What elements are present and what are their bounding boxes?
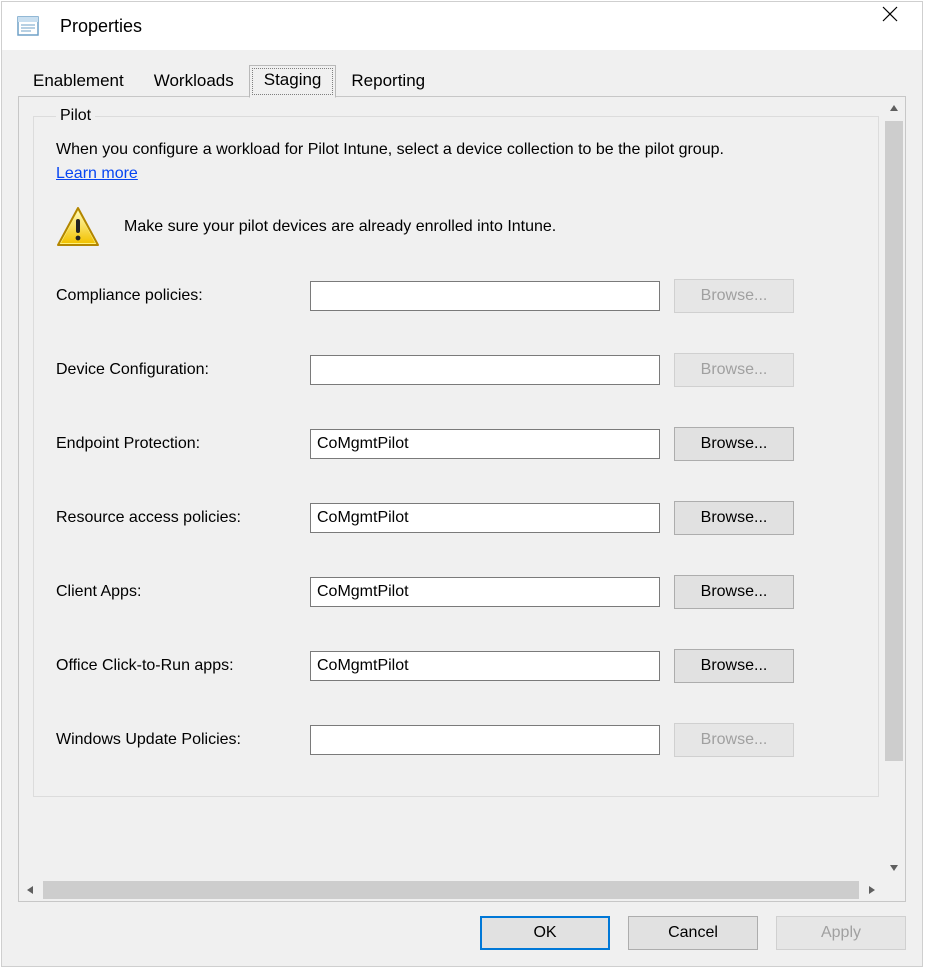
vertical-scrollbar[interactable]: [883, 97, 905, 879]
input-client-apps[interactable]: [310, 577, 660, 607]
tabstrip: Enablement Workloads Staging Reporting: [18, 64, 906, 96]
properties-dialog: Properties Enablement Workloads Staging …: [1, 1, 923, 967]
label-resource-access-policies: Resource access policies:: [56, 509, 306, 527]
learn-more-link[interactable]: Learn more: [56, 165, 138, 183]
label-client-apps: Client Apps:: [56, 583, 306, 601]
tab-enablement[interactable]: Enablement: [18, 65, 139, 97]
horizontal-scrollbar[interactable]: [19, 879, 883, 901]
tab-staging[interactable]: Staging: [249, 65, 337, 98]
browse-endpoint-protection[interactable]: Browse...: [674, 427, 794, 461]
client-area: Enablement Workloads Staging Reporting P…: [2, 50, 922, 966]
browse-device-configuration[interactable]: Browse...: [674, 353, 794, 387]
dialog-buttons: OK Cancel Apply: [18, 902, 906, 950]
scroll-up-arrow-icon[interactable]: [883, 97, 905, 119]
browse-office-c2r-apps[interactable]: Browse...: [674, 649, 794, 683]
tab-workloads[interactable]: Workloads: [139, 65, 249, 97]
browse-resource-access-policies[interactable]: Browse...: [674, 501, 794, 535]
browse-client-apps[interactable]: Browse...: [674, 575, 794, 609]
label-windows-update-policies: Windows Update Policies:: [56, 731, 306, 749]
browse-windows-update-policies[interactable]: Browse...: [674, 723, 794, 757]
label-office-c2r-apps: Office Click-to-Run apps:: [56, 657, 306, 675]
window-title: Properties: [60, 16, 870, 37]
label-compliance-policies: Compliance policies:: [56, 287, 306, 305]
apply-button[interactable]: Apply: [776, 916, 906, 950]
label-endpoint-protection: Endpoint Protection:: [56, 435, 306, 453]
label-device-configuration: Device Configuration:: [56, 361, 306, 379]
input-office-c2r-apps[interactable]: [310, 651, 660, 681]
close-button[interactable]: [870, 6, 910, 46]
input-compliance-policies[interactable]: [310, 281, 660, 311]
horizontal-scroll-thumb[interactable]: [43, 881, 859, 899]
ok-button[interactable]: OK: [480, 916, 610, 950]
titlebar: Properties: [2, 2, 922, 50]
pilot-form: Compliance policies: Browse... Device Co…: [56, 279, 856, 757]
tab-panel-staging: Pilot When you configure a workload for …: [18, 96, 906, 902]
warning-text: Make sure your pilot devices are already…: [124, 218, 556, 236]
scroll-down-arrow-icon[interactable]: [883, 857, 905, 879]
scroll-right-arrow-icon[interactable]: [861, 879, 883, 901]
scroll-left-arrow-icon[interactable]: [19, 879, 41, 901]
browse-compliance-policies[interactable]: Browse...: [674, 279, 794, 313]
tab-reporting[interactable]: Reporting: [336, 65, 440, 97]
warning-icon: [56, 205, 100, 249]
pilot-group-title: Pilot: [56, 107, 95, 125]
input-endpoint-protection[interactable]: [310, 429, 660, 459]
input-windows-update-policies[interactable]: [310, 725, 660, 755]
pilot-description: When you configure a workload for Pilot …: [56, 139, 836, 161]
vertical-scroll-thumb[interactable]: [885, 121, 903, 761]
input-device-configuration[interactable]: [310, 355, 660, 385]
app-icon: [16, 14, 40, 38]
input-resource-access-policies[interactable]: [310, 503, 660, 533]
cancel-button[interactable]: Cancel: [628, 916, 758, 950]
pilot-group: Pilot When you configure a workload for …: [33, 107, 879, 797]
